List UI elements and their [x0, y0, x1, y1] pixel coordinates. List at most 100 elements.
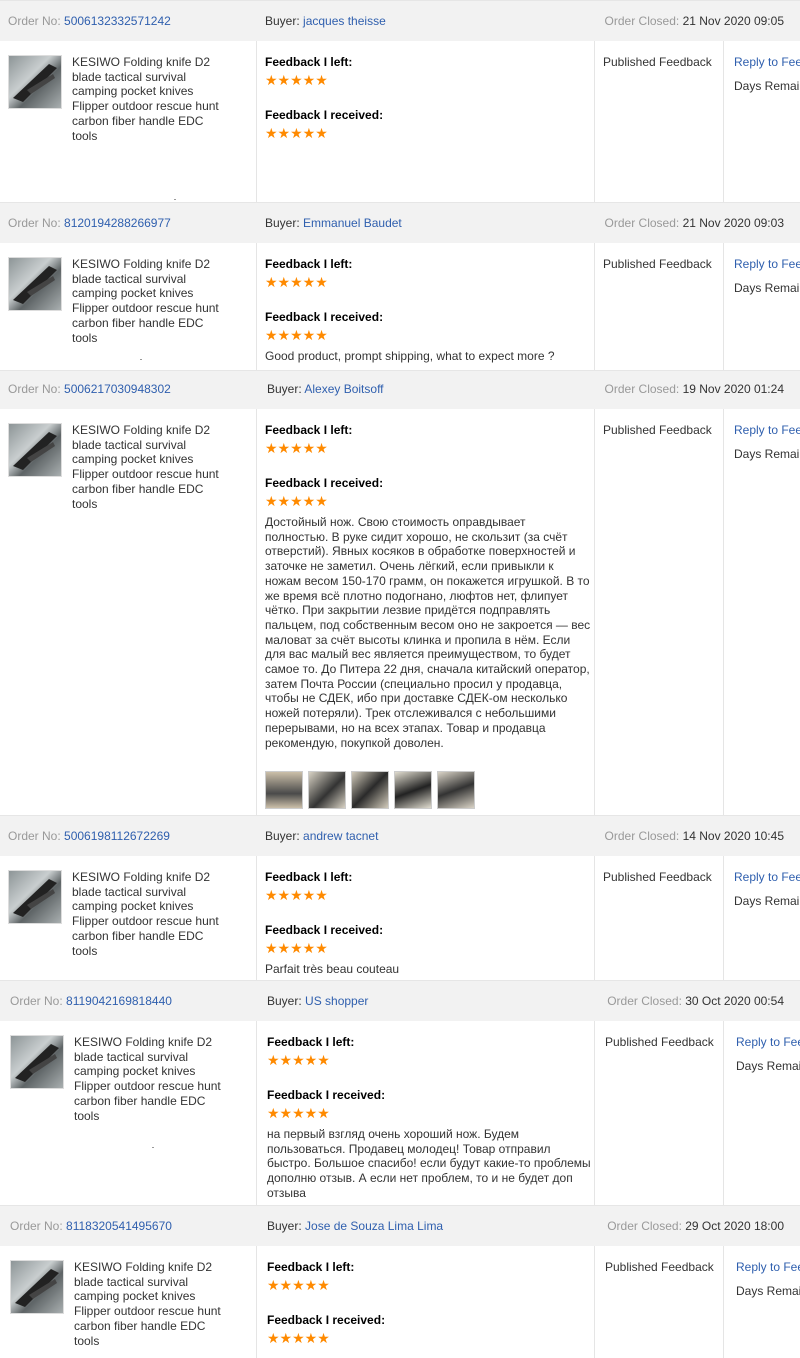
order-closed: Order Closed: 14 Nov 2020 10:45 [605, 829, 784, 843]
rating-received: ★★★★★ [265, 328, 328, 342]
order-header: Order No: 8118320541495670 Buyer: Jose d… [0, 1205, 800, 1246]
star-icon: ★★★★★ [265, 887, 328, 903]
action-cell: Reply to Feedback Days Remaining [724, 243, 800, 370]
product-title[interactable]: KESIWO Folding knife D2 blade tactical s… [72, 870, 222, 958]
order-closed: Order Closed: 29 Oct 2020 18:00 [607, 1219, 784, 1233]
review-photo[interactable] [351, 771, 389, 809]
product-title[interactable]: KESIWO Folding knife D2 blade tactical s… [72, 423, 222, 511]
order-header: Order No: 8120194288266977 Buyer: Emmanu… [0, 202, 800, 243]
status-cell: Published Feedback [595, 409, 724, 815]
status-text: Published Feedback [605, 1260, 714, 1274]
buyer-link[interactable]: Emmanuel Baudet [303, 216, 402, 230]
product-title[interactable]: KESIWO Folding knife D2 blade tactical s… [74, 1260, 224, 1348]
order-closed-label: Order Closed: [604, 216, 680, 230]
order-number-link[interactable]: 8118320541495670 [66, 1219, 172, 1233]
order-number-link[interactable]: 8119042169818440 [66, 994, 172, 1008]
feedback-left-label: Feedback I left: [267, 1260, 355, 1274]
product-thumbnail[interactable] [8, 257, 62, 311]
rating-received: ★★★★★ [267, 1106, 330, 1120]
order-number-link[interactable]: 5006132332571242 [64, 14, 171, 28]
review-photo[interactable] [308, 771, 346, 809]
rating-received: ★★★★★ [265, 126, 328, 140]
status-text: Published Feedback [603, 423, 712, 437]
status-cell: Published Feedback [595, 41, 724, 202]
product-thumbnail[interactable] [10, 1035, 64, 1089]
order-number-link[interactable]: 5006198112672269 [64, 829, 170, 843]
rating-left: ★★★★★ [265, 73, 328, 87]
feedback-cell: Feedback I left: ★★★★★ Feedback I receiv… [257, 1246, 595, 1358]
order-row: KESIWO Folding knife D2 blade tactical s… [0, 41, 800, 202]
order-closed: Order Closed: 21 Nov 2020 09:03 [605, 216, 784, 230]
review-photo[interactable] [394, 771, 432, 809]
order-number: Order No: 8119042169818440 [10, 994, 172, 1008]
reply-link[interactable]: Reply to Feedback [734, 423, 800, 437]
review-text: Good product, prompt shipping, what to e… [265, 349, 555, 363]
days-remaining: Days Remaining [736, 1059, 800, 1073]
buyer-link[interactable]: andrew tacnet [303, 829, 378, 843]
star-icon: ★★★★★ [265, 72, 328, 88]
buyer-link[interactable]: Alexey Boitsoff [304, 382, 383, 396]
star-icon: ★★★★★ [265, 940, 328, 956]
product-thumbnail[interactable] [8, 55, 62, 109]
reply-link[interactable]: Reply to Feedback [734, 55, 800, 69]
order-closed-date: 21 Nov 2020 09:03 [682, 216, 784, 230]
order-header: Order No: 5006198112672269 Buyer: andrew… [0, 815, 800, 856]
knife-icon [13, 432, 57, 470]
product-thumbnail[interactable] [8, 423, 62, 477]
feedback-received-label: Feedback I received: [265, 923, 384, 937]
dot [152, 1147, 154, 1148]
reply-link[interactable]: Reply to Feedback [736, 1260, 800, 1274]
reply-link[interactable]: Reply to Feedback [734, 257, 800, 271]
knife-icon [13, 64, 57, 102]
buyer-label: Buyer: [267, 382, 302, 396]
buyer-label: Buyer: [265, 216, 300, 230]
product-title[interactable]: KESIWO Folding knife D2 blade tactical s… [74, 1035, 224, 1123]
product-thumbnail[interactable] [8, 870, 62, 924]
product-title[interactable]: KESIWO Folding knife D2 blade tactical s… [72, 55, 222, 143]
star-icon: ★★★★★ [265, 125, 328, 141]
buyer-link[interactable]: jacques theisse [303, 14, 386, 28]
product-thumbnail[interactable] [10, 1260, 64, 1314]
action-cell: Reply to Feedback Days Remaining [724, 41, 800, 202]
order-row: KESIWO Folding knife D2 blade tactical s… [0, 1021, 800, 1205]
order-closed-label: Order Closed: [607, 1219, 682, 1233]
star-icon: ★★★★★ [265, 327, 328, 343]
buyer-label: Buyer: [265, 14, 300, 28]
status-cell: Published Feedback [595, 243, 724, 370]
rating-left: ★★★★★ [265, 275, 328, 289]
review-photo[interactable] [437, 771, 475, 809]
order-row: KESIWO Folding knife D2 blade tactical s… [0, 856, 800, 980]
review-text: Parfait très beau couteau [265, 962, 400, 976]
feedback-received-label: Feedback I received: [265, 310, 384, 324]
feedback-received-label: Feedback I received: [267, 1088, 386, 1102]
order-row: KESIWO Folding knife D2 blade tactical s… [0, 243, 800, 370]
reply-link[interactable]: Reply to Feedback [734, 870, 800, 884]
order-number: Order No: 5006217030948302 [8, 382, 171, 396]
rating-received: ★★★★★ [265, 494, 328, 508]
rating-left: ★★★★★ [265, 441, 328, 455]
order-number-link[interactable]: 5006217030948302 [64, 382, 171, 396]
product-cell: KESIWO Folding knife D2 blade tactical s… [0, 1021, 257, 1205]
product-cell: KESIWO Folding knife D2 blade tactical s… [0, 856, 257, 980]
product-cell: KESIWO Folding knife D2 blade tactical s… [0, 41, 257, 202]
days-remaining: Days Remaining [734, 894, 800, 908]
review-photo[interactable] [265, 771, 303, 809]
order-number-link[interactable]: 8120194288266977 [64, 216, 171, 230]
reply-link[interactable]: Reply to Feedback [736, 1035, 800, 1049]
order-number: Order No: 8118320541495670 [10, 1219, 172, 1233]
days-remaining: Days Remaining [734, 447, 800, 461]
feedback-cell: Feedback I left: ★★★★★ Feedback I receiv… [257, 409, 595, 815]
order-closed-label: Order Closed: [607, 994, 682, 1008]
order-closed-label: Order Closed: [604, 829, 680, 843]
order-number: Order No: 8120194288266977 [8, 216, 171, 230]
product-title[interactable]: KESIWO Folding knife D2 blade tactical s… [72, 257, 222, 345]
order-no-label: Order No: [8, 382, 61, 396]
rating-received: ★★★★★ [265, 941, 328, 955]
buyer-link[interactable]: Jose de Souza Lima Lima [305, 1219, 443, 1233]
action-cell: Reply to Feedback Days Remaining [724, 856, 800, 980]
status-cell: Published Feedback [595, 1246, 724, 1358]
feedback-received-label: Feedback I received: [265, 108, 384, 122]
buyer-link[interactable]: US shopper [305, 994, 368, 1008]
dot [140, 359, 142, 360]
days-remaining: Days Remaining [734, 281, 800, 295]
